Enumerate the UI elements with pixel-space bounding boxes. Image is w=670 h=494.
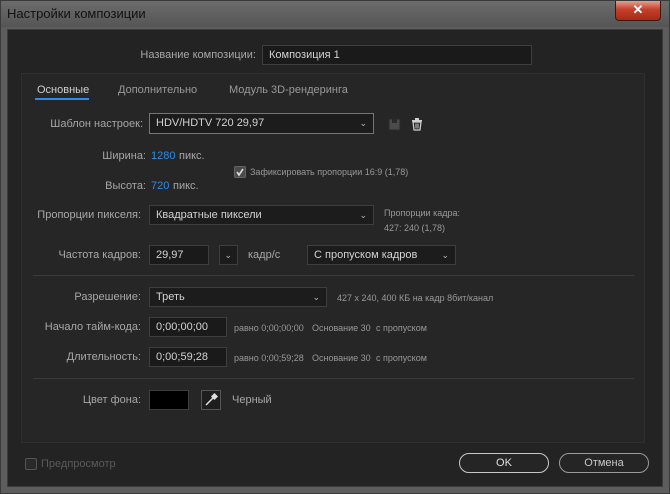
ok-button[interactable]: OK (459, 453, 549, 473)
tab-advanced[interactable]: Дополнительно (118, 84, 197, 96)
resolution-label: Разрешение: (74, 291, 141, 303)
height-value[interactable]: 720 (151, 180, 169, 192)
preset-label: Шаблон настроек: (50, 118, 143, 130)
start-timecode-label: Начало тайм-кода: (44, 321, 141, 333)
active-tab-indicator (35, 98, 89, 100)
duration-base: Основание 30 (312, 353, 371, 363)
start-timecode-input[interactable]: 0;00;00;00 (149, 317, 227, 337)
chevron-down-icon: ⌄ (441, 250, 449, 260)
frame-rate-label: Частота кадров: (58, 249, 141, 261)
drop-frame-value: С пропуском кадров (314, 249, 418, 261)
duration-input[interactable]: 0;00;59;28 (149, 347, 227, 367)
duration-label: Длительность: (66, 351, 141, 363)
frame-rate-input[interactable]: 29,97 (149, 245, 209, 265)
frame-aspect-value: 427: 240 (1,78) (384, 223, 446, 233)
divider (33, 378, 634, 379)
cancel-button[interactable]: Отмена (559, 453, 649, 473)
frame-rate-presets-dropdown[interactable]: ⌄ (219, 245, 238, 265)
trash-icon (412, 118, 422, 131)
comp-name-label: Название композиции: (140, 49, 256, 61)
composition-settings-dialog: Настройки композиции ✕ Название композиц… (0, 0, 670, 494)
resolution-dropdown[interactable]: Треть ⌄ (149, 287, 327, 307)
preview-label: Предпросмотр (41, 458, 116, 470)
pixel-aspect-dropdown[interactable]: Квадратные пиксели ⌄ (149, 205, 374, 225)
drop-frame-dropdown[interactable]: С пропуском кадров ⌄ (307, 245, 456, 265)
pixel-aspect-value: Квадратные пиксели (156, 209, 262, 221)
width-label: Ширина: (102, 150, 146, 162)
duration-mode: с пропуском (376, 353, 427, 363)
chevron-down-icon: ⌄ (359, 118, 367, 128)
resolution-info: 427 x 240, 400 КБ на кадр 8бит/канал (337, 293, 494, 303)
height-unit: пикс. (173, 180, 199, 192)
pixel-aspect-label: Пропорции пикселя: (37, 209, 141, 221)
frame-rate-unit: кадр/с (248, 249, 281, 261)
resolution-value: Треть (156, 291, 185, 303)
chevron-down-icon: ⌄ (224, 250, 232, 260)
save-icon (388, 118, 401, 131)
width-value[interactable]: 1280 (151, 150, 175, 162)
tab-basic[interactable]: Основные (37, 84, 89, 96)
preset-value: HDV/HDTV 720 29,97 (156, 117, 265, 129)
eyedropper-button[interactable] (201, 390, 221, 410)
preset-dropdown[interactable]: HDV/HDTV 720 29,97 ⌄ (149, 113, 374, 134)
start-timecode-equals: равно 0;00;00;00 (234, 323, 304, 333)
chevron-down-icon: ⌄ (312, 292, 320, 302)
eyedropper-icon (205, 392, 219, 406)
comp-name-input[interactable]: Композиция 1 (262, 45, 532, 65)
chevron-down-icon: ⌄ (359, 210, 367, 220)
checkmark-icon (236, 168, 244, 177)
background-color-swatch[interactable] (149, 390, 189, 410)
start-timecode-mode: с пропуском (376, 323, 427, 333)
lock-aspect-checkbox[interactable] (234, 166, 246, 178)
delete-preset-button[interactable] (407, 114, 427, 134)
background-color-label: Цвет фона: (82, 394, 141, 406)
title-bar: Настройки композиции ✕ (1, 1, 669, 27)
close-button[interactable]: ✕ (615, 1, 661, 21)
divider (33, 275, 634, 276)
lock-aspect-label: Зафиксировать пропорции 16:9 (1,78) (250, 167, 409, 177)
save-preset-button[interactable] (385, 114, 405, 134)
height-label: Высота: (105, 180, 146, 192)
background-color-name: Черный (232, 394, 272, 406)
width-unit: пикс. (179, 150, 205, 162)
frame-aspect-label: Пропорции кадра: (384, 208, 460, 218)
start-timecode-base: Основание 30 (312, 323, 371, 333)
preview-checkbox[interactable] (25, 458, 37, 470)
window-title: Настройки композиции (7, 6, 146, 21)
tab-3d-renderer[interactable]: Модуль 3D-рендеринга (229, 84, 348, 96)
duration-equals: равно 0;00;59;28 (234, 353, 304, 363)
